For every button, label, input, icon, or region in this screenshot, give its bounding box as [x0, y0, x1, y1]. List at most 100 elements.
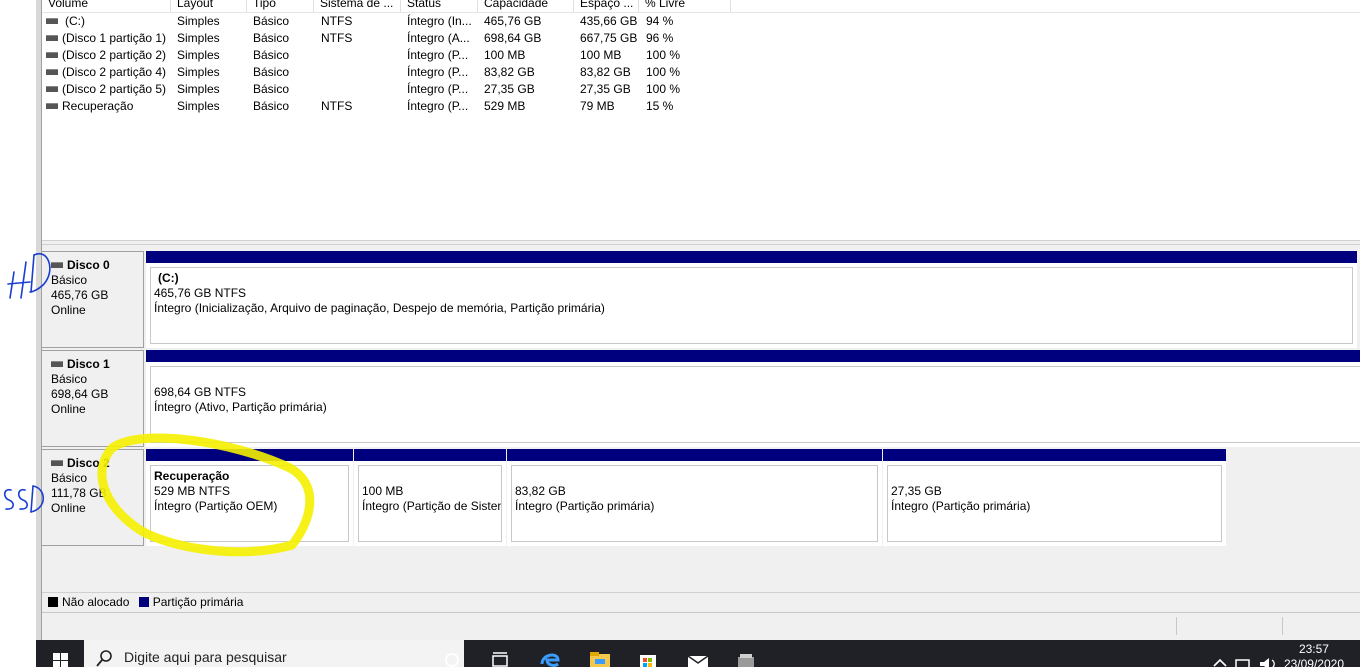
- disk-graphical-view: Disco 0 Básico 465,76 GB Online (C:) 465…: [42, 245, 1360, 595]
- col-volume[interactable]: Volume: [42, 0, 171, 12]
- percent-free-cell: 96 %: [646, 31, 674, 45]
- capacity-cell: 100 MB: [484, 48, 526, 62]
- tipo-cell: Básico: [253, 31, 290, 45]
- table-row[interactable]: (C:) Simples Básico NTFS Íntegro (In... …: [42, 13, 742, 30]
- disk-2-label[interactable]: Disco 2 Básico 111,78 GB Online: [42, 449, 144, 546]
- status-cell: Íntegro (A...: [407, 31, 470, 45]
- partition-info: 83,82 GB Íntegro (Partição primária): [511, 465, 878, 542]
- partition-recuperacao[interactable]: Recuperação 529 MB NTFS Íntegro (Partiçã…: [146, 449, 353, 546]
- capacity-cell: 465,76 GB: [484, 14, 542, 28]
- taskbar: Digite aqui para pesquisar 23:57 23/09/2…: [36, 640, 1360, 671]
- disk-2-row: Disco 2 Básico 111,78 GB Online Recupera…: [42, 449, 1360, 546]
- volume-list-header: Volume Layout Tipo Sistema de ... Status…: [42, 0, 1360, 13]
- disk-1-row: Disco 1 Básico 698,64 GB Online 698,64 G…: [42, 350, 1360, 447]
- primary-partition-swatch: [138, 596, 149, 607]
- desktop-left-strip: [0, 0, 36, 640]
- drive-icon: [46, 51, 58, 58]
- free-space-cell: 435,66 GB: [580, 14, 638, 28]
- col-layout[interactable]: Layout: [171, 0, 247, 12]
- table-row[interactable]: (Disco 2 partição 5) Simples Básico Ínte…: [42, 81, 742, 98]
- free-space-cell: 79 MB: [580, 99, 615, 113]
- network-icon[interactable]: [1232, 646, 1256, 667]
- status-cell: Íntegro (P...: [407, 82, 469, 96]
- status-cell: Íntegro (In...: [407, 14, 472, 28]
- free-space-cell: 83,82 GB: [580, 65, 631, 79]
- start-button[interactable]: [36, 640, 84, 667]
- status-divider: [1282, 617, 1283, 635]
- disk-0-label[interactable]: Disco 0 Básico 465,76 GB Online: [42, 251, 144, 348]
- capacity-cell: 698,64 GB: [484, 31, 542, 45]
- layout-cell: Simples: [177, 48, 220, 62]
- percent-free-cell: 100 %: [646, 65, 681, 79]
- table-row[interactable]: Recuperação Simples Básico NTFS Íntegro …: [42, 98, 742, 115]
- status-bar: [42, 612, 1360, 640]
- tipo-cell: Básico: [253, 82, 290, 96]
- layout-cell: Simples: [177, 65, 220, 79]
- task-view-icon[interactable]: [488, 646, 512, 667]
- fs-cell: NTFS: [321, 14, 353, 28]
- volume-cell: (C:): [46, 13, 85, 30]
- drive-icon: [46, 85, 58, 92]
- volume-icon[interactable]: [1256, 646, 1280, 667]
- store-icon[interactable]: [636, 646, 660, 667]
- partition-c[interactable]: (C:) 465,76 GB NTFS Íntegro (Inicializaç…: [146, 251, 1357, 348]
- free-space-cell: 667,75 GB: [580, 31, 638, 45]
- partition-disk2-p2[interactable]: 100 MB Íntegro (Partição de Sisten: [354, 449, 506, 546]
- table-row[interactable]: (Disco 2 partição 2) Simples Básico Ínte…: [42, 47, 742, 64]
- col-espaco[interactable]: Espaço ...: [574, 0, 639, 12]
- col-sistema[interactable]: Sistema de ...: [314, 0, 401, 12]
- capacity-cell: 529 MB: [484, 99, 526, 113]
- capacity-cell: 27,35 GB: [484, 82, 535, 96]
- layout-cell: Simples: [177, 31, 220, 45]
- drive-icon: [46, 17, 58, 24]
- partition-disk2-p4[interactable]: 83,82 GB Íntegro (Partição primária): [507, 449, 882, 546]
- col-status[interactable]: Status: [401, 0, 478, 12]
- edge-icon[interactable]: [538, 646, 562, 667]
- app-icon[interactable]: [734, 646, 758, 667]
- disk-1-label[interactable]: Disco 1 Básico 698,64 GB Online: [42, 350, 144, 447]
- windows-start-icon: [53, 653, 68, 667]
- taskbar-search-box[interactable]: Digite aqui para pesquisar: [84, 640, 464, 667]
- tipo-cell: Básico: [253, 99, 290, 113]
- tipo-cell: Básico: [253, 65, 290, 79]
- fs-cell: NTFS: [321, 99, 353, 113]
- partition-disk1-p1[interactable]: 698,64 GB NTFS Íntegro (Ativo, Partição …: [146, 350, 1360, 447]
- partition-disk2-p5[interactable]: 27,35 GB Íntegro (Partição primária): [883, 449, 1226, 546]
- partition-bar: [146, 350, 1360, 362]
- tipo-cell: Básico: [253, 14, 290, 28]
- capacity-cell: 83,82 GB: [484, 65, 535, 79]
- table-row[interactable]: (Disco 2 partição 4) Simples Básico Ínte…: [42, 64, 742, 81]
- drive-icon: [46, 102, 58, 109]
- fs-cell: NTFS: [321, 31, 353, 45]
- col-livre[interactable]: % Livre: [639, 0, 731, 12]
- layout-cell: Simples: [177, 82, 220, 96]
- volume-cell: (Disco 2 partição 4): [46, 64, 166, 81]
- layout-cell: Simples: [177, 14, 220, 28]
- cortana-icon[interactable]: [440, 646, 464, 667]
- volume-list[interactable]: Volume Layout Tipo Sistema de ... Status…: [42, 0, 1360, 240]
- volume-cell: (Disco 2 partição 2): [46, 47, 166, 64]
- mail-icon[interactable]: [686, 646, 710, 667]
- partition-info: 27,35 GB Íntegro (Partição primária): [887, 465, 1222, 542]
- partition-info: 100 MB Íntegro (Partição de Sisten: [358, 465, 502, 542]
- legend: Não alocado Partição primária: [42, 592, 1360, 612]
- drive-icon: [46, 68, 58, 75]
- volume-cell: (Disco 2 partição 5): [46, 81, 166, 98]
- col-capacidade[interactable]: Capacidade: [478, 0, 574, 12]
- status-cell: Íntegro (P...: [407, 65, 469, 79]
- drive-icon: [51, 459, 63, 466]
- file-explorer-icon[interactable]: [588, 646, 612, 667]
- partition-info: 698,64 GB NTFS Íntegro (Ativo, Partição …: [150, 366, 1360, 443]
- drive-icon: [51, 360, 63, 367]
- free-space-cell: 27,35 GB: [580, 82, 631, 96]
- taskbar-clock[interactable]: 23:57 23/09/2020: [1284, 642, 1344, 672]
- disk-0-row: Disco 0 Básico 465,76 GB Online (C:) 465…: [42, 251, 1360, 348]
- col-tipo[interactable]: Tipo: [247, 0, 314, 12]
- partition-info: (C:) 465,76 GB NTFS Íntegro (Inicializaç…: [150, 267, 1353, 344]
- partition-bar: [883, 449, 1226, 461]
- chevron-up-icon[interactable]: [1208, 646, 1232, 667]
- table-row[interactable]: (Disco 1 partição 1) Simples Básico NTFS…: [42, 30, 742, 47]
- drive-icon: [46, 34, 58, 41]
- status-cell: Íntegro (P...: [407, 99, 469, 113]
- volume-cell: (Disco 1 partição 1): [46, 30, 166, 47]
